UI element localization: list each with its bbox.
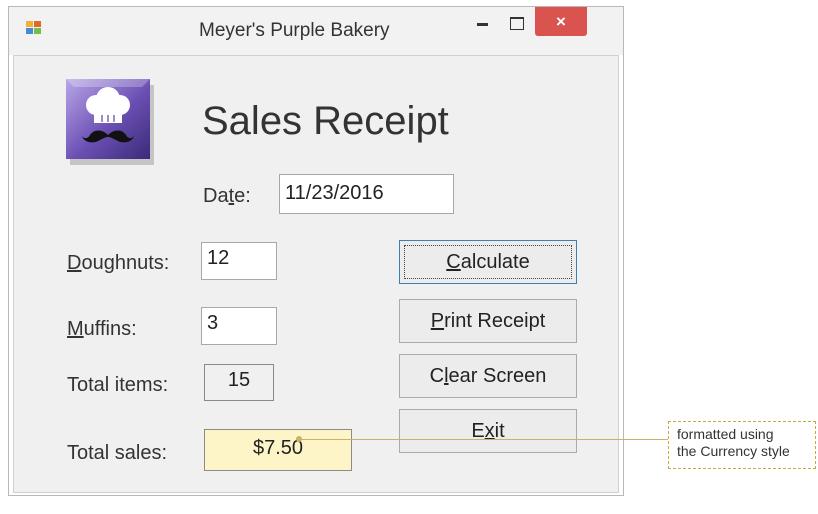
focus-rectangle (404, 245, 572, 279)
doughnuts-label: Doughnuts: (67, 252, 169, 275)
date-label: Date: (203, 185, 251, 208)
minimize-icon (476, 22, 488, 26)
callout-leader-line (299, 439, 668, 440)
total-sales-label: Total sales: (67, 442, 168, 464)
total-items-output: 15 (204, 364, 274, 401)
page-title: Sales Receipt (202, 99, 449, 143)
minimize-button[interactable] (465, 7, 499, 39)
annotation-callout: formatted using the Currency style (668, 421, 816, 469)
title-bar[interactable]: Meyer's Purple Bakery × (9, 7, 623, 55)
clear-screen-button[interactable]: Clear Screen (399, 354, 577, 398)
total-items-label: Total items: (67, 374, 169, 396)
print-accesskey: P (430, 310, 445, 332)
form-icon (26, 21, 41, 34)
annotation-line-2: the Currency style (677, 443, 790, 459)
close-button[interactable]: × (535, 7, 587, 36)
muffins-label-accesskey: M (67, 318, 84, 340)
clear-label-rest: ear Screen (448, 365, 547, 387)
date-label-post: e: (234, 185, 251, 207)
maximize-button[interactable] (500, 7, 534, 39)
form-client-area: Sales Receipt Date: 11/23/2016 Doughnuts… (13, 55, 619, 493)
doughnuts-input[interactable]: 12 (201, 242, 277, 280)
exit-button[interactable]: Exit (399, 409, 577, 453)
muffins-input[interactable]: 3 (201, 307, 277, 345)
print-label-rest: rint Receipt (444, 310, 546, 332)
doughnuts-label-rest: oughnuts: (81, 252, 170, 274)
calculate-button[interactable]: Calculate (399, 240, 577, 284)
doughnuts-label-accesskey: D (67, 252, 82, 274)
maximize-icon (510, 16, 524, 30)
app-window: Meyer's Purple Bakery × Sales Receipt Da… (8, 6, 624, 496)
muffins-label-rest: uffins: (83, 318, 137, 340)
window-title: Meyer's Purple Bakery (199, 20, 390, 41)
total-sales-output: $7.50 (204, 429, 352, 471)
annotation-line-1: formatted using (677, 426, 774, 442)
clear-label-pre: C (429, 365, 445, 387)
chef-hat-mustache-icon (66, 79, 154, 165)
close-icon: × (556, 11, 566, 31)
muffins-label: Muffins: (67, 318, 137, 341)
date-field[interactable]: 11/23/2016 (279, 174, 454, 214)
print-receipt-button[interactable]: Print Receipt (399, 299, 577, 343)
date-label-pre: Da (203, 185, 229, 207)
